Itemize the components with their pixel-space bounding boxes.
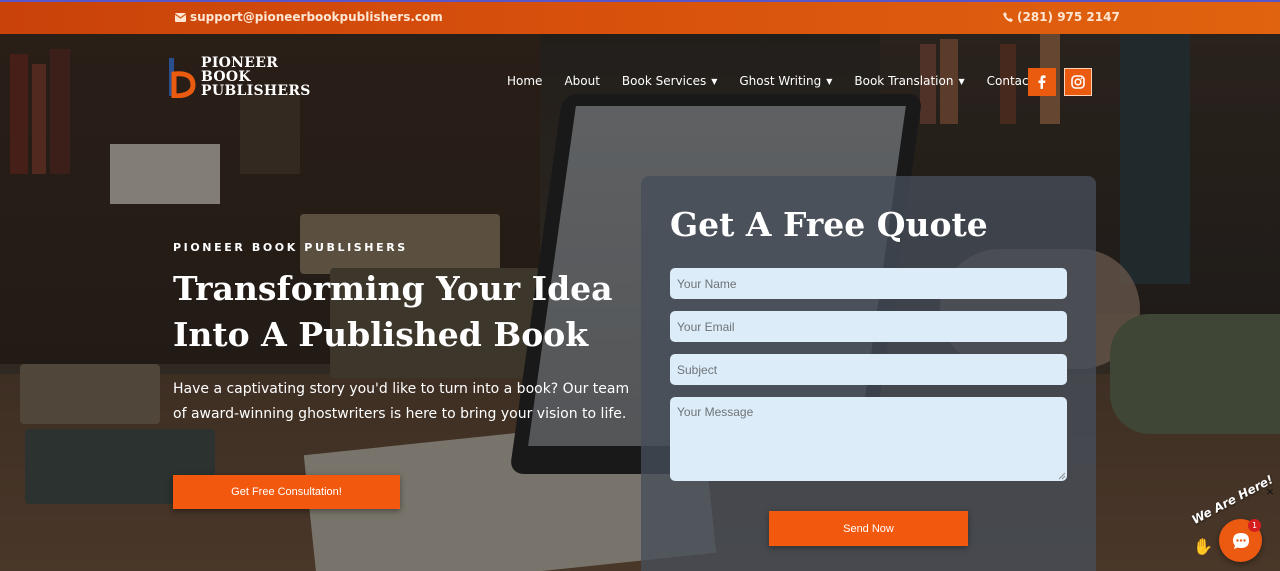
message-field[interactable] [670,397,1067,481]
phone-link[interactable]: (281) 975 2147 [1003,10,1120,24]
headline-line-2: Into A Published Book [173,315,589,354]
free-consultation-button[interactable]: Get Free Consultation! [173,475,400,509]
support-email-text: support@pioneerbookpublishers.com [190,10,443,24]
chevron-down-icon: ▼ [958,76,965,86]
nav-label: Contact [986,74,1034,88]
nav-label: About [564,74,600,88]
site-logo[interactable]: PIONEER BOOK PUBLISHERS [167,56,311,99]
nav-label: Home [507,74,543,88]
send-now-button[interactable]: Send Now [769,511,968,546]
top-contact-bar: support@pioneerbookpublishers.com (281) … [0,0,1280,34]
name-field[interactable] [670,268,1067,299]
chevron-down-icon: ▼ [826,76,833,86]
nav-item-ghost-writing[interactable]: Ghost Writing ▼ [739,74,832,88]
envelope-icon [175,12,186,22]
hero-headline: Transforming Your Idea Into A Published … [173,266,613,358]
logo-line-1: PIONEER [201,55,279,71]
resize-grip-icon[interactable] [1058,472,1066,480]
support-email-link[interactable]: support@pioneerbookpublishers.com [175,10,443,24]
nav-label: Ghost Writing [739,74,822,88]
waving-hand-icon: ✋ [1193,537,1213,556]
nav-label: Book Translation [854,74,954,88]
nav-label: Book Services [621,74,707,88]
logo-text: PIONEER BOOK PUBLISHERS [201,56,311,98]
instagram-icon [1071,75,1085,89]
email-field[interactable] [670,311,1067,342]
quote-form-title: Get A Free Quote [670,205,988,244]
subject-field[interactable] [670,354,1067,385]
instagram-button[interactable] [1064,68,1092,96]
nav-item-book-services[interactable]: Book Services ▼ [622,74,717,88]
headline-line-1: Transforming Your Idea [173,269,613,308]
hero-eyebrow: PIONEER BOOK PUBLISHERS [173,241,408,254]
logo-line-3: PUBLISHERS [201,83,311,99]
phone-icon [1003,12,1013,22]
nav-item-book-translation[interactable]: Book Translation ▼ [854,74,964,88]
nav-item-contact[interactable]: Contact [987,74,1034,88]
main-nav: Home About Book Services ▼ Ghost Writing… [507,74,1055,88]
nav-item-home[interactable]: Home [507,74,542,88]
phone-text: (281) 975 2147 [1017,10,1120,24]
chat-icon [1232,532,1249,549]
chat-notification-badge: 1 [1248,519,1261,532]
logo-mark-icon [167,56,197,99]
facebook-button[interactable] [1028,68,1056,96]
chevron-down-icon: ▼ [711,76,718,86]
nav-item-about[interactable]: About [564,74,599,88]
logo-line-2: BOOK [201,69,251,85]
hero-lead-text: Have a captivating story you'd like to t… [173,381,630,422]
facebook-icon [1038,75,1046,89]
